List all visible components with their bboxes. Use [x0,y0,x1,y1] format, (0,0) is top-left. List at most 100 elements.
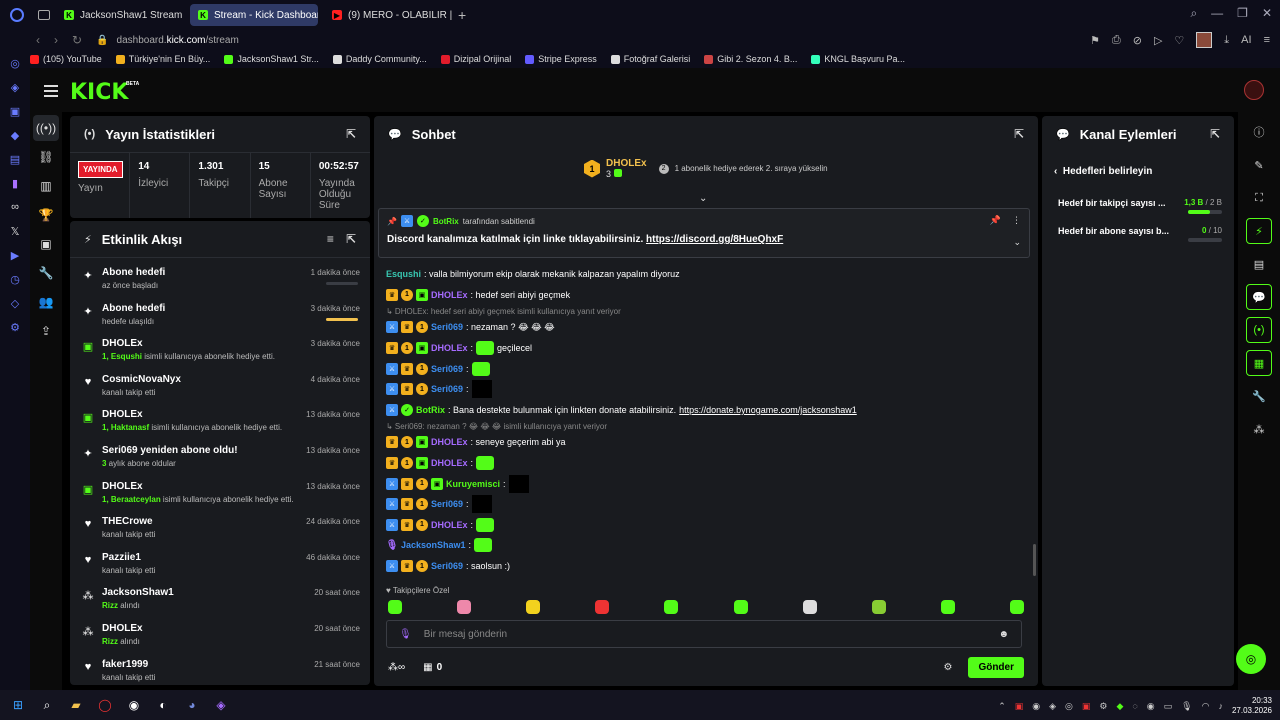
bookmark-item[interactable]: JacksonShaw1 Str... [224,54,319,64]
emote-button[interactable] [664,600,679,614]
chat-message[interactable]: 🎙 JacksonShaw1: [386,535,1026,556]
tray-mic-icon[interactable]: 🎙 [1181,701,1192,712]
app-taskbar-icon[interactable]: ◈ [210,694,232,716]
pin-icon[interactable]: 📌 [990,215,1001,226]
goal-subscriber[interactable]: Hedef bir abone sayısı b... 0 / 10 [1058,226,1222,242]
tray-app3-icon[interactable]: ◈ [1049,701,1056,712]
chat-input[interactable]: 🎙 Bir mesaj gönderin ☻ [386,620,1022,648]
ai-button[interactable]: AI [1241,34,1251,46]
chat-scrollbar[interactable] [1033,544,1036,576]
player-icon[interactable]: ▷ [1154,34,1162,47]
lightning-rail-icon[interactable]: ⚡ [1246,218,1272,244]
maximize-button[interactable]: ❐ [1237,6,1248,21]
clock[interactable]: 20:33 27.03.2026 [1232,696,1272,716]
new-tab-button[interactable]: + [458,7,470,23]
popout-icon[interactable]: ⇱ [346,232,356,246]
lock-icon[interactable]: 🔒 [96,35,108,46]
popout-icon[interactable]: ⇱ [1014,127,1024,141]
chevron-down-icon[interactable]: ⌄ [699,193,707,204]
video-nav-icon[interactable]: ▣ [33,231,59,257]
bookmark-icon[interactable]: ⚑ [1090,34,1100,47]
points-icon[interactable]: ⁂∞ [388,662,405,673]
clip-icon[interactable]: ⛶ [1246,185,1272,211]
emote-button[interactable] [457,600,472,614]
emote-button[interactable] [1009,600,1024,614]
help-chat-icon[interactable]: ◎ [1236,644,1266,674]
hamburger-menu-icon[interactable] [44,85,58,100]
chat-username[interactable]: Seri069 [431,561,463,571]
popout-icon[interactable]: ⇱ [1210,127,1220,141]
mic-icon[interactable]: 🎙 [399,629,412,640]
feed-item[interactable]: ♥ Pazziie1 kanalı takip etti 46 dakika önce [70,547,370,583]
chat-username[interactable]: DHOLEx [431,437,468,447]
feed-item[interactable]: ▣ DHOLEx 1, Beraatceylan isimli kullanıcıy… [70,476,370,512]
chat-username[interactable]: Kuruyemisci [446,479,500,489]
taskbar-search-icon[interactable]: ⌕ [36,694,58,716]
emote-button[interactable] [595,600,610,614]
emote-button[interactable] [802,600,817,614]
browser-tab[interactable]: K JacksonShaw1 Stream - W [56,4,184,26]
bookmark-item[interactable]: Daddy Community... [332,54,427,64]
feed-item[interactable]: ♥ THECrowe kanalı takip etti 24 dakika önce [70,511,370,547]
bookmark-item[interactable]: Dizipal Orijinal [440,54,511,64]
download-icon[interactable]: ⤓ [1224,34,1229,47]
back-icon[interactable]: ‹ [36,33,40,47]
obs-taskbar-icon[interactable]: ◐ [152,694,174,716]
tray-app4-icon[interactable]: ◎ [1065,701,1073,712]
chat-message[interactable]: ♛ 1 ▣ DHOLEx: seneye geçerim abi ya [386,432,1026,453]
steam-taskbar-icon[interactable]: ◉ [123,694,145,716]
speed-dial-icon[interactable]: ◎ [8,56,22,70]
chat-message[interactable]: ⚔ ♛ 1 DHOLEx: [386,515,1026,536]
opera-logo-icon[interactable] [10,8,24,22]
chat-message[interactable]: ⚔ ♛ 1 Seri069: saolsun :) [386,556,1026,577]
settings-icon[interactable]: ⚙ [8,320,22,334]
emoji-icon[interactable]: ☻ [998,629,1009,640]
discord-taskbar-icon[interactable]: ◕ [181,694,203,716]
feed-item[interactable]: ♥ faker1999 kanalı takip etti 21 saat önce [70,654,370,685]
chat-message[interactable]: ⚔ ♛ 1 Seri069: [386,358,1026,379]
expand-icon[interactable]: ⌄ [1013,237,1021,248]
messenger-icon[interactable]: ▣ [8,104,22,118]
emote-button[interactable] [388,600,402,614]
chat-message[interactable]: ⚔ ♛ 1 Seri069: nezaman ? 😂 😂 😂 [386,317,1026,338]
chat-message[interactable]: ♛ 1 ▣ DHOLEx: geçilecel [386,338,1026,359]
bookmark-item[interactable]: Gibi 2. Sezon 4. B... [704,54,797,64]
chat-link[interactable]: https://donate.bynogame.com/jacksonshaw1 [679,405,857,415]
pinned-link[interactable]: https://discord.gg/8HueQhxF [646,234,783,245]
chat-message[interactable]: ⚔ ♛ 1 Seri069: [386,494,1026,515]
chat-username[interactable]: Esqushi [386,269,421,279]
bookmark-item[interactable]: Stripe Express [525,54,597,64]
tray-wifi-icon[interactable]: ◠ [1202,701,1210,712]
file-explorer-icon[interactable]: ▰ [65,694,87,716]
tools-nav-icon[interactable]: 🔧 [33,260,59,286]
store-icon[interactable]: ▦ [423,662,432,673]
tray-app6-icon[interactable]: ⚙ [1099,701,1107,712]
dots-rail-icon[interactable]: ⁂ [1246,416,1272,442]
easy-setup-icon[interactable]: ◈ [8,80,22,94]
user-avatar[interactable] [1244,80,1264,100]
chat-username[interactable]: DHOLEx [431,458,468,468]
chat-message[interactable]: Esqushi: valla bilmiyorum ekip olarak me… [386,264,1026,285]
chat-username[interactable]: Seri069 [431,499,463,509]
feed-item[interactable]: ✦ Seri069 yeniden abone oldu! 3 aylık abon… [70,440,370,476]
bookmark-item[interactable]: KNGL Başvuru Pa... [811,54,905,64]
close-window-button[interactable]: ✕ [1262,6,1272,21]
chat-username[interactable]: Seri069 [431,384,463,394]
tray-steam-icon[interactable]: ◉ [1147,701,1155,712]
search-tabs-icon[interactable]: ⌕ [1190,6,1197,21]
tray-app8-icon[interactable]: ◌ [1132,701,1137,711]
emote-button[interactable] [733,600,748,614]
chat-message[interactable]: ⚔ ✓ BotRix: Bana destekte bulunmak için li… [386,400,1026,421]
chat-username[interactable]: DHOLEx [431,343,468,353]
feed-item[interactable]: ✦ Abone hedefi hedefe ulaşıldı 3 dakika önc… [70,298,370,334]
layout-rail-icon[interactable]: ▦ [1246,350,1272,376]
bookmark-item[interactable]: Türkiye'nin En Büy... [115,54,210,64]
history-icon[interactable]: ◷ [8,272,22,286]
tray-network-icon[interactable]: ▭ [1164,701,1173,712]
tab-islands-icon[interactable] [38,10,50,20]
tray-app5-icon[interactable]: ▣ [1082,701,1091,712]
chat-settings-icon[interactable]: ⚙ [943,662,952,673]
windows-start-icon[interactable]: ⊞ [7,694,29,716]
feed-item[interactable]: ⁂ JacksonShaw1 Rizz alındı 20 saat önce [70,582,370,618]
info-icon[interactable]: ⓘ [1246,119,1272,145]
